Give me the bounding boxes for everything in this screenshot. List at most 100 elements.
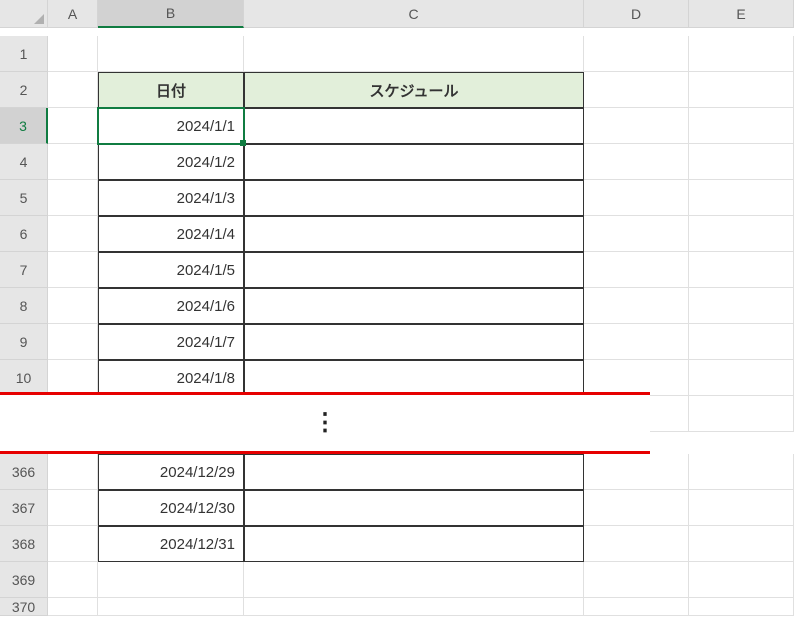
vertical-ellipsis-icon: ⋮: [0, 411, 650, 435]
cell-D366[interactable]: [584, 454, 689, 490]
cell-D5[interactable]: [584, 180, 689, 216]
cell-B3[interactable]: 2024/1/1: [98, 108, 244, 144]
cell-D369[interactable]: [584, 562, 689, 598]
row-header[interactable]: 368: [0, 526, 48, 562]
cell-A5[interactable]: [48, 180, 98, 216]
col-header-A[interactable]: A: [48, 0, 98, 28]
cell-A2[interactable]: [48, 72, 98, 108]
cell-E7[interactable]: [689, 252, 794, 288]
cell-C1[interactable]: [244, 36, 584, 72]
cell-A7[interactable]: [48, 252, 98, 288]
cell-B368[interactable]: 2024/12/31: [98, 526, 244, 562]
row-header[interactable]: 10: [0, 360, 48, 396]
cell-A1[interactable]: [48, 36, 98, 72]
select-all-corner[interactable]: [0, 0, 48, 28]
row-header[interactable]: 370: [0, 598, 48, 616]
cell-D368[interactable]: [584, 526, 689, 562]
header-schedule[interactable]: スケジュール: [244, 72, 584, 108]
cell-D367[interactable]: [584, 490, 689, 526]
cell-D7[interactable]: [584, 252, 689, 288]
cell-B5[interactable]: 2024/1/3: [98, 180, 244, 216]
cell-E368[interactable]: [689, 526, 794, 562]
cell-A9[interactable]: [48, 324, 98, 360]
row-header[interactable]: 9: [0, 324, 48, 360]
row-header[interactable]: 7: [0, 252, 48, 288]
cell-A8[interactable]: [48, 288, 98, 324]
row-header[interactable]: 6: [0, 216, 48, 252]
cell-B4[interactable]: 2024/1/2: [98, 144, 244, 180]
cell-E6[interactable]: [689, 216, 794, 252]
cell-D4[interactable]: [584, 144, 689, 180]
cell-D8[interactable]: [584, 288, 689, 324]
col-header-B[interactable]: B: [98, 0, 244, 28]
col-header-C[interactable]: C: [244, 0, 584, 28]
cell-A4[interactable]: [48, 144, 98, 180]
cell-E10[interactable]: [689, 360, 794, 396]
cell-B10[interactable]: 2024/1/8: [98, 360, 244, 396]
cell-B7[interactable]: 2024/1/5: [98, 252, 244, 288]
cell-C10[interactable]: [244, 360, 584, 396]
cell-B370[interactable]: [98, 598, 244, 616]
break-line-bottom: [0, 451, 650, 454]
cell-C370[interactable]: [244, 598, 584, 616]
cell-C3[interactable]: [244, 108, 584, 144]
cell-D9[interactable]: [584, 324, 689, 360]
cell-C7[interactable]: [244, 252, 584, 288]
row-header[interactable]: 8: [0, 288, 48, 324]
cell-B8[interactable]: 2024/1/6: [98, 288, 244, 324]
cell-E5[interactable]: [689, 180, 794, 216]
col-header-D[interactable]: D: [584, 0, 689, 28]
cell-B1[interactable]: [98, 36, 244, 72]
row-header[interactable]: 5: [0, 180, 48, 216]
row-header[interactable]: 3: [0, 108, 48, 144]
row-header[interactable]: 4: [0, 144, 48, 180]
cell-C5[interactable]: [244, 180, 584, 216]
cell-C6[interactable]: [244, 216, 584, 252]
row-header[interactable]: 366: [0, 454, 48, 490]
row-header[interactable]: 369: [0, 562, 48, 598]
spreadsheet-top: A B C D E 1 2 日付 スケジュール 3 2024/1/1 4 202…: [0, 0, 800, 432]
cell-C367[interactable]: [244, 490, 584, 526]
row-header[interactable]: 2: [0, 72, 48, 108]
cell-B9[interactable]: 2024/1/7: [98, 324, 244, 360]
cell-D3[interactable]: [584, 108, 689, 144]
cell-B367[interactable]: 2024/12/30: [98, 490, 244, 526]
cell-D370[interactable]: [584, 598, 689, 616]
cell-C8[interactable]: [244, 288, 584, 324]
cell-E3[interactable]: [689, 108, 794, 144]
cell-E4[interactable]: [689, 144, 794, 180]
cell-E366[interactable]: [689, 454, 794, 490]
cell-D1[interactable]: [584, 36, 689, 72]
cell-C366[interactable]: [244, 454, 584, 490]
cell-E8[interactable]: [689, 288, 794, 324]
cell-C4[interactable]: [244, 144, 584, 180]
cell-E370[interactable]: [689, 598, 794, 616]
cell-A370[interactable]: [48, 598, 98, 616]
cell-A368[interactable]: [48, 526, 98, 562]
row-header[interactable]: 1: [0, 36, 48, 72]
row-header[interactable]: 367: [0, 490, 48, 526]
cell-E2[interactable]: [689, 72, 794, 108]
cell-D6[interactable]: [584, 216, 689, 252]
cell-C368[interactable]: [244, 526, 584, 562]
cell-E1[interactable]: [689, 36, 794, 72]
cell-B369[interactable]: [98, 562, 244, 598]
cell-A10[interactable]: [48, 360, 98, 396]
header-date[interactable]: 日付: [98, 72, 244, 108]
cell-A366[interactable]: [48, 454, 98, 490]
cell-E367[interactable]: [689, 490, 794, 526]
cell-D10[interactable]: [584, 360, 689, 396]
cell-B366[interactable]: 2024/12/29: [98, 454, 244, 490]
cell-A6[interactable]: [48, 216, 98, 252]
col-header-E[interactable]: E: [689, 0, 794, 28]
cell-C369[interactable]: [244, 562, 584, 598]
cell-E9[interactable]: [689, 324, 794, 360]
cell-A369[interactable]: [48, 562, 98, 598]
cell-A367[interactable]: [48, 490, 98, 526]
cell[interactable]: [689, 396, 794, 432]
cell-C9[interactable]: [244, 324, 584, 360]
cell-E369[interactable]: [689, 562, 794, 598]
cell-D2[interactable]: [584, 72, 689, 108]
cell-B6[interactable]: 2024/1/4: [98, 216, 244, 252]
cell-A3[interactable]: [48, 108, 98, 144]
